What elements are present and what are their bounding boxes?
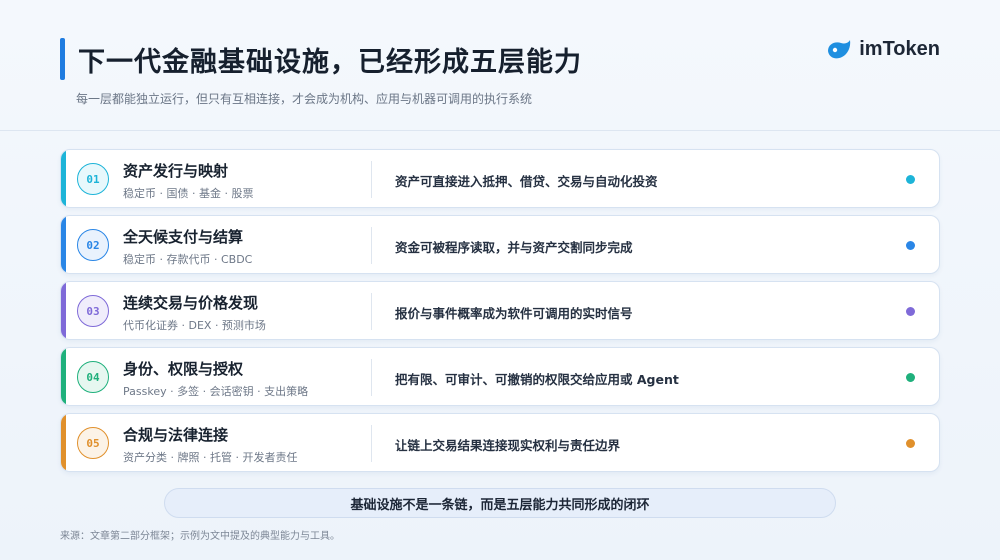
layer-examples: Passkey · 多签 · 会话密钥 · 支出策略 bbox=[123, 385, 309, 398]
layer-list: 01 资产发行与映射 稳定币 · 国债 · 基金 · 股票 资产可直接进入抵押、… bbox=[60, 149, 940, 479]
layer-number-badge: 04 bbox=[77, 361, 109, 393]
layer-status-dot bbox=[906, 439, 915, 448]
layer-examples: 代币化证券 · DEX · 预测市场 bbox=[123, 319, 266, 332]
layer-divider bbox=[371, 227, 372, 264]
layer-number-badge: 03 bbox=[77, 295, 109, 327]
page-subtitle: 每一层都能独立运行，但只有互相连接，才会成为机构、应用与机器可调用的执行系统 bbox=[76, 92, 533, 106]
layer-accent-stripe bbox=[61, 216, 66, 273]
layer-row: 05 合规与法律连接 资产分类 · 牌照 · 托管 · 开发者责任 让链上交易结… bbox=[60, 413, 940, 472]
layer-accent-stripe bbox=[61, 150, 66, 207]
layer-title: 连续交易与价格发现 bbox=[123, 294, 259, 312]
layer-status-dot bbox=[906, 241, 915, 250]
layer-title: 全天候支付与结算 bbox=[123, 228, 244, 246]
page-title: 下一代金融基础设施，已经形成五层能力 bbox=[78, 47, 582, 78]
layer-row: 04 身份、权限与授权 Passkey · 多签 · 会话密钥 · 支出策略 把… bbox=[60, 347, 940, 406]
layer-description: 把有限、可审计、可撤销的权限交给应用或 Agent bbox=[395, 372, 679, 387]
layer-title: 身份、权限与授权 bbox=[123, 360, 244, 378]
layer-accent-stripe bbox=[61, 348, 66, 405]
layer-row: 02 全天候支付与结算 稳定币 · 存款代币 · CBDC 资金可被程序读取，并… bbox=[60, 215, 940, 274]
brand-logo: imToken bbox=[826, 38, 940, 61]
layer-divider bbox=[371, 293, 372, 330]
layer-divider bbox=[371, 161, 372, 198]
layer-examples: 稳定币 · 存款代币 · CBDC bbox=[123, 253, 253, 266]
layer-status-dot bbox=[906, 373, 915, 382]
layer-status-dot bbox=[906, 175, 915, 184]
layer-divider bbox=[371, 359, 372, 396]
layer-accent-stripe bbox=[61, 414, 66, 471]
layer-description: 让链上交易结果连接现实权利与责任边界 bbox=[395, 438, 621, 453]
summary-pill: 基础设施不是一条链，而是五层能力共同形成的闭环 bbox=[164, 488, 836, 518]
layer-row: 01 资产发行与映射 稳定币 · 国债 · 基金 · 股票 资产可直接进入抵押、… bbox=[60, 149, 940, 208]
layer-number-badge: 02 bbox=[77, 229, 109, 261]
layer-examples: 稳定币 · 国债 · 基金 · 股票 bbox=[123, 187, 254, 200]
title-accent-bar bbox=[60, 38, 65, 80]
layer-divider bbox=[371, 425, 372, 462]
layer-title: 合规与法律连接 bbox=[123, 426, 229, 444]
source-note: 来源：文章第二部分框架；示例为文中提及的典型能力与工具。 bbox=[60, 531, 340, 542]
layer-accent-stripe bbox=[61, 282, 66, 339]
layer-description: 报价与事件概率成为软件可调用的实时信号 bbox=[395, 306, 633, 321]
layer-row: 03 连续交易与价格发现 代币化证券 · DEX · 预测市场 报价与事件概率成… bbox=[60, 281, 940, 340]
imtoken-logo-icon bbox=[828, 39, 851, 58]
layer-number-badge: 05 bbox=[77, 427, 109, 459]
layer-description: 资金可被程序读取，并与资产交割同步完成 bbox=[395, 240, 633, 255]
header-divider bbox=[0, 130, 1000, 131]
layer-status-dot bbox=[906, 307, 915, 316]
layer-title: 资产发行与映射 bbox=[123, 162, 229, 180]
layer-description: 资产可直接进入抵押、借贷、交易与自动化投资 bbox=[395, 174, 658, 189]
layer-examples: 资产分类 · 牌照 · 托管 · 开发者责任 bbox=[123, 451, 298, 464]
layer-number-badge: 01 bbox=[77, 163, 109, 195]
brand-name: imToken bbox=[859, 38, 940, 60]
